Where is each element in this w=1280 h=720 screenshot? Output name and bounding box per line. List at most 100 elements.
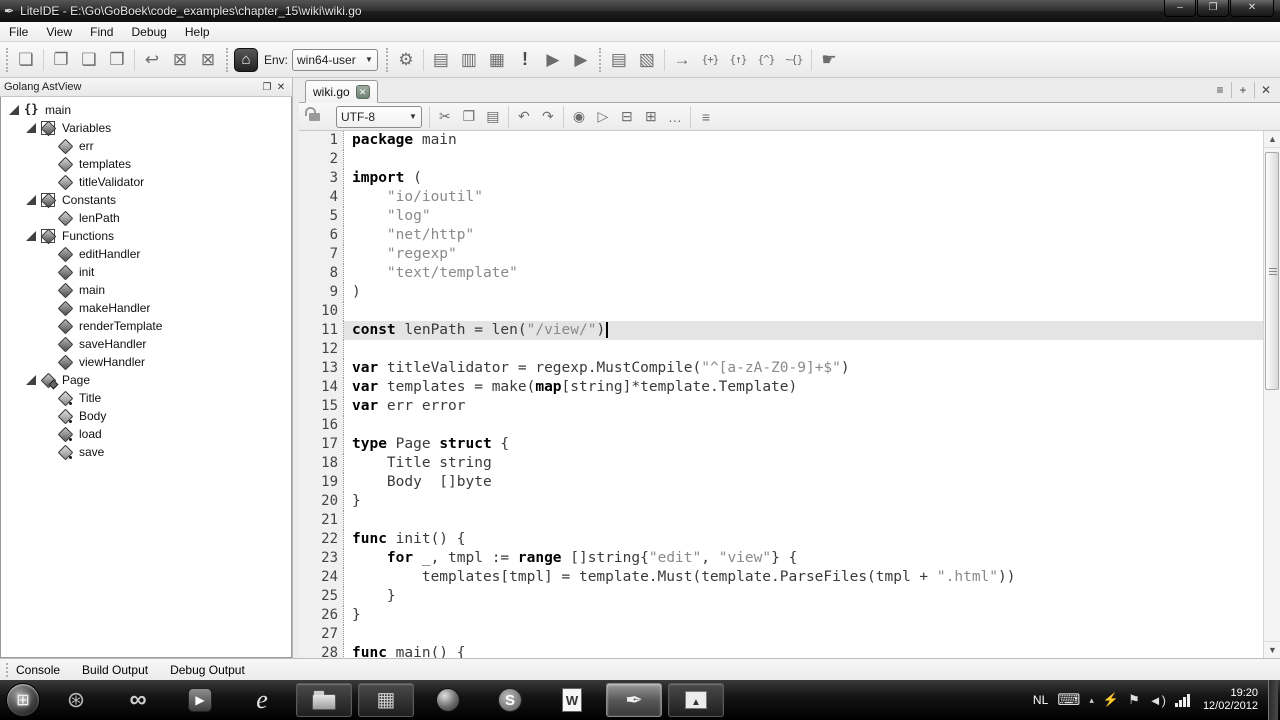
tree-item-Constants[interactable]: Constants	[1, 191, 291, 209]
firefox-app[interactable]	[420, 683, 476, 717]
code-line[interactable]: 11const lenPath = len("/view/")	[299, 321, 1263, 340]
explorer-app[interactable]	[296, 683, 352, 717]
redo-button[interactable]: ↷	[536, 106, 560, 128]
float-panel-button[interactable]: ❐	[260, 82, 274, 93]
tree-expander-icon[interactable]	[26, 195, 36, 205]
code-line[interactable]: 6 "net/http"	[299, 226, 1263, 245]
code-line[interactable]: 8 "text/template"	[299, 264, 1263, 283]
volume-icon[interactable]: ◄)	[1149, 693, 1166, 708]
code-line[interactable]: 16	[299, 416, 1263, 435]
tree-item-Page[interactable]: Page	[1, 371, 291, 389]
run-file-button[interactable]: ▶	[567, 46, 595, 74]
clean-button[interactable]: ▧	[633, 46, 661, 74]
tree-item-main[interactable]: main	[1, 281, 291, 299]
word-wrap-button[interactable]: ≡	[694, 106, 718, 128]
show-desktop-button[interactable]	[1268, 680, 1278, 720]
build-deploy-button[interactable]: ▦	[483, 46, 511, 74]
code-line[interactable]: 13var titleValidator = regexp.MustCompil…	[299, 359, 1263, 378]
code-line[interactable]: 4 "io/ioutil"	[299, 188, 1263, 207]
encoding-combo[interactable]: UTF-8▼	[336, 106, 422, 128]
code-editor[interactable]: 1package main23import (4 "io/ioutil"5 "l…	[299, 131, 1263, 658]
image-viewer-app[interactable]: ▲	[668, 683, 724, 717]
tree-item-renderTemplate[interactable]: renderTemplate	[1, 317, 291, 335]
brace-up-button[interactable]: {^}	[752, 46, 780, 74]
undo-button[interactable]: ↶	[512, 106, 536, 128]
tree-item-Variables[interactable]: Variables	[1, 119, 291, 137]
build-edit-button[interactable]: ▥	[455, 46, 483, 74]
pan-button[interactable]: ☛	[815, 46, 843, 74]
revert-file-button[interactable]: ↩	[138, 46, 166, 74]
copy-button[interactable]: ❐	[457, 106, 481, 128]
menu-help[interactable]: Help	[176, 23, 219, 41]
tree-expander-icon[interactable]	[26, 375, 36, 385]
save-all-button[interactable]: ❒	[103, 46, 131, 74]
calculator-app[interactable]: ▦	[358, 683, 414, 717]
cut-button[interactable]: ✂	[433, 106, 457, 128]
restore-button[interactable]: ❐	[1197, 0, 1229, 17]
code-line[interactable]: 28func main() {	[299, 644, 1263, 658]
editor-scrollbar[interactable]: ▲ ▼	[1263, 131, 1280, 658]
tree-item-makeHandler[interactable]: makeHandler	[1, 299, 291, 317]
lock-icon[interactable]	[309, 113, 320, 121]
code-line[interactable]: 27	[299, 625, 1263, 644]
menu-file[interactable]: File	[0, 23, 37, 41]
code-line[interactable]: 26}	[299, 606, 1263, 625]
export-button[interactable]: ▷	[591, 106, 615, 128]
code-line[interactable]: 19 Body []byte	[299, 473, 1263, 492]
print-button[interactable]: ⊟	[615, 106, 639, 128]
tree-expander-icon[interactable]	[9, 105, 19, 115]
new-file-button[interactable]: ❏	[12, 46, 40, 74]
tree-expander-icon[interactable]	[26, 231, 36, 241]
taskbar-clock[interactable]: 19:20 12/02/2012	[1203, 687, 1258, 713]
title-bar[interactable]: ✒ LiteIDE - E:\Go\GoBoek\code_examples\c…	[0, 0, 1280, 22]
tree-item-load[interactable]: load	[1, 425, 291, 443]
close-file-button[interactable]: ⊠	[166, 46, 194, 74]
tree-item-main[interactable]: main	[1, 101, 291, 119]
print-preview-button[interactable]: ⊞	[639, 106, 663, 128]
brace-insert-button[interactable]: {+}	[696, 46, 724, 74]
open-file-button[interactable]: ❐	[47, 46, 75, 74]
tab-list-button[interactable]: ≡	[1209, 80, 1231, 100]
build-config-button[interactable]: ▤	[427, 46, 455, 74]
code-line[interactable]: 7 "regexp"	[299, 245, 1263, 264]
code-line[interactable]: 3import (	[299, 169, 1263, 188]
close-button[interactable]: ✕	[1230, 0, 1274, 17]
tree-item-editHandler[interactable]: editHandler	[1, 245, 291, 263]
code-line[interactable]: 14var templates = make(map[string]*templ…	[299, 378, 1263, 397]
goto-button[interactable]: →	[668, 46, 696, 74]
tree-item-templates[interactable]: templates	[1, 155, 291, 173]
code-line[interactable]: 12	[299, 340, 1263, 359]
tree-item-lenPath[interactable]: lenPath	[1, 209, 291, 227]
media-player-app[interactable]: ▶	[172, 683, 228, 717]
globe-app[interactable]: ⊛	[48, 683, 104, 717]
build-file-button[interactable]: ▤	[605, 46, 633, 74]
infinity-app[interactable]: ∞	[110, 683, 166, 717]
code-line[interactable]: 15var err error	[299, 397, 1263, 416]
scroll-down-icon[interactable]: ▼	[1264, 641, 1280, 658]
code-line[interactable]: 2	[299, 150, 1263, 169]
tree-item-save[interactable]: save	[1, 443, 291, 461]
menu-find[interactable]: Find	[81, 23, 122, 41]
run-button[interactable]: ▶	[539, 46, 567, 74]
output-tab-debug-output[interactable]: Debug Output	[170, 663, 257, 677]
tree-item-titleValidator[interactable]: titleValidator	[1, 173, 291, 191]
minimize-button[interactable]: –	[1164, 0, 1196, 17]
env-combo[interactable]: win64-user▼	[292, 49, 378, 71]
paste-button[interactable]: ▤	[481, 106, 505, 128]
tree-item-Title[interactable]: Title	[1, 389, 291, 407]
code-line[interactable]: 20}	[299, 492, 1263, 511]
options-button[interactable]: ⚙	[392, 46, 420, 74]
scrollbar-thumb[interactable]	[1265, 152, 1279, 390]
save-file-button[interactable]: ❑	[75, 46, 103, 74]
brace-top-button[interactable]: {↑}	[724, 46, 752, 74]
close-all-button[interactable]: ⊠	[194, 46, 222, 74]
ie-app[interactable]: e	[234, 683, 290, 717]
liteide-app[interactable]: ✒	[606, 683, 662, 717]
start-button[interactable]: ⊞	[6, 683, 40, 717]
code-line[interactable]: 23 for _, tmpl := range []string{"edit",…	[299, 549, 1263, 568]
code-line[interactable]: 5 "log"	[299, 207, 1263, 226]
tree-item-Body[interactable]: Body	[1, 407, 291, 425]
code-line[interactable]: 22func init() {	[299, 530, 1263, 549]
code-line[interactable]: 17type Page struct {	[299, 435, 1263, 454]
menu-view[interactable]: View	[37, 23, 81, 41]
